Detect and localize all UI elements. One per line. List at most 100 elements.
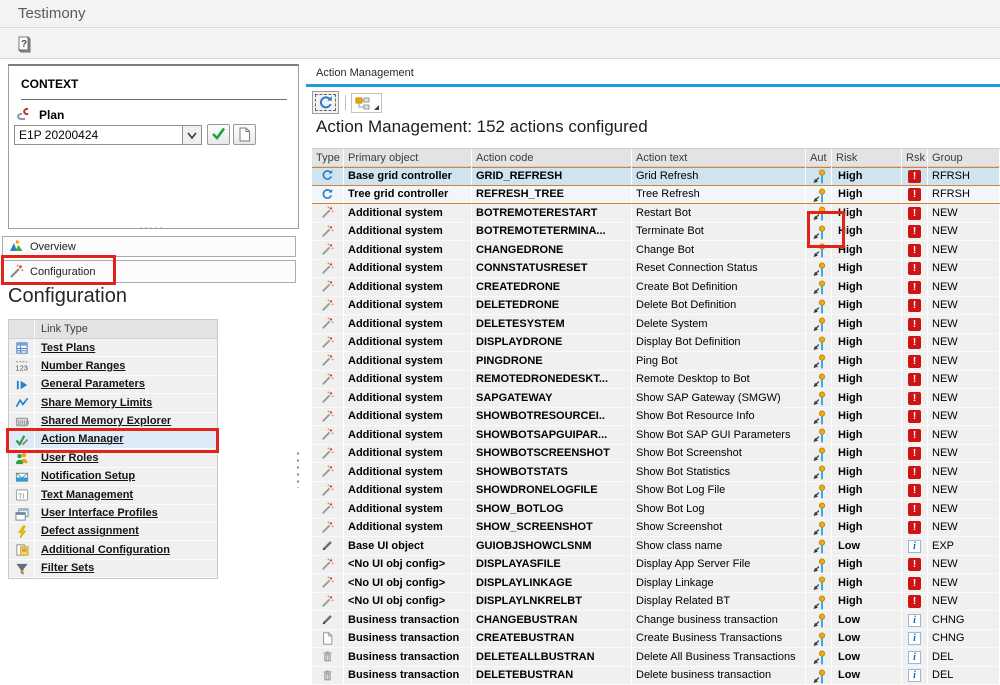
table-row-createdrone[interactable]: Additional system CREATEDRONE Create Bot D… — [312, 278, 1000, 297]
sidebar-item-defect-assignment[interactable]: Defect assignment — [9, 522, 217, 542]
column-header-type[interactable]: Type — [312, 149, 344, 166]
cell-risk: High — [832, 592, 902, 610]
authorization-key-icon — [806, 444, 832, 462]
vertical-splitter-handle[interactable] — [296, 450, 300, 488]
authorization-key-icon — [812, 336, 826, 352]
cell-group: NEW — [928, 518, 1000, 536]
table-row-connstatusreset[interactable]: Additional system CONNSTATUSRESET Reset Co… — [312, 259, 1000, 278]
nav-button-configuration[interactable]: Configuration — [2, 260, 296, 283]
column-header-action-code[interactable]: Action code — [472, 149, 632, 166]
sidebar-item-number-ranges[interactable]: 123 Number Ranges — [9, 357, 217, 376]
create-plan-button[interactable] — [233, 124, 256, 145]
error-icon: ! — [908, 317, 921, 331]
sidebar-item-share-memory-limits[interactable]: Share Memory Limits — [9, 394, 217, 413]
table-row-showbotscreenshot[interactable]: Additional system SHOWBOTSCREENSHOT Show B… — [312, 444, 1000, 463]
sidebar-item-test-plans[interactable]: Test Plans — [9, 339, 217, 358]
table-row-show-botlog[interactable]: Additional system SHOW_BOTLOG Show Bot Log… — [312, 500, 1000, 519]
sidebar-item-general-parameters[interactable]: General Parameters — [9, 375, 217, 395]
sidebar-link-label[interactable]: Action Manager — [35, 431, 124, 448]
layout-button[interactable] — [351, 93, 382, 113]
table-row-createbustran[interactable]: Business transaction CREATEBUSTRAN Create … — [312, 629, 1000, 648]
wand-icon — [312, 389, 344, 407]
cell-primary-object: Business transaction — [344, 611, 472, 629]
authorization-key-icon — [806, 666, 832, 684]
column-header-group[interactable]: Group — [928, 149, 1000, 166]
table-row-grid-refresh[interactable]: Base grid controller GRID_REFRESH Grid Ref… — [312, 167, 1000, 186]
error-icon: ! — [902, 500, 928, 518]
sidebar-item-shared-memory-explorer[interactable]: 1010 Shared Memory Explorer — [9, 412, 217, 431]
sidebar-link-label[interactable]: User Roles — [35, 449, 98, 466]
table-row-displaylnkrelbt[interactable]: <No UI obj config> DISPLAYLNKRELBT Display… — [312, 592, 1000, 611]
sidebar-link-label[interactable]: General Parameters — [35, 376, 145, 393]
tab-action-management[interactable]: Action Management — [316, 67, 414, 79]
sidebar-link-label[interactable]: Text Management — [35, 486, 133, 503]
cell-action-text: Delete All Business Transactions — [632, 648, 806, 666]
sidebar-link-label[interactable]: Notification Setup — [35, 468, 135, 485]
table-row-refresh-tree[interactable]: Tree grid controller REFRESH_TREE Tree Ref… — [312, 185, 1000, 204]
cell-action-code: DISPLAYLINKAGE — [472, 574, 632, 592]
sidebar-item-additional-configuration[interactable]: Additional Configuration — [9, 541, 217, 560]
error-icon: ! — [902, 407, 928, 425]
table-row-changebustran[interactable]: Business transaction CHANGEBUSTRAN Change … — [312, 611, 1000, 630]
sidebar-link-label[interactable]: Filter Sets — [35, 560, 94, 577]
table-row-show-screenshot[interactable]: Additional system SHOW_SCREENSHOT Show Scr… — [312, 518, 1000, 537]
wand-icon — [312, 481, 344, 499]
column-header-primary-object[interactable]: Primary object — [344, 149, 472, 166]
sidebar-link-label[interactable]: Number Ranges — [35, 357, 125, 374]
sidebar-link-label[interactable]: Shared Memory Explorer — [35, 413, 171, 430]
table-row-changedrone[interactable]: Additional system CHANGEDRONE Change Bot Hi… — [312, 241, 1000, 260]
column-header-aut[interactable]: Aut — [806, 149, 832, 166]
sidebar-link-label[interactable]: Additional Configuration — [35, 541, 170, 558]
table-row-showdronelogfile[interactable]: Additional system SHOWDRONELOGFILE Show Bo… — [312, 481, 1000, 500]
sidebar-item-notification-setup[interactable]: Notification Setup — [9, 467, 217, 487]
cell-group: RFRSH — [928, 185, 1000, 203]
wand-icon — [312, 500, 344, 518]
column-header-rsk[interactable]: Rsk — [902, 149, 928, 166]
sidebar-item-user-roles[interactable]: User Roles — [9, 449, 217, 468]
cell-action-code: CHANGEBUSTRAN — [472, 611, 632, 629]
table-row-guiobjshowclsnm[interactable]: Base UI object GUIOBJSHOWCLSNM Show class … — [312, 537, 1000, 556]
authorization-key-icon — [812, 650, 826, 666]
sidebar-link-label[interactable]: Defect assignment — [35, 523, 139, 540]
confirm-plan-button[interactable] — [207, 124, 230, 145]
table-row-botremotetermina[interactable]: Additional system BOTREMOTETERMINA... Term… — [312, 222, 1000, 241]
error-icon: ! — [902, 555, 928, 573]
sidebar-item-text-management[interactable]: TI Text Management — [9, 486, 217, 505]
cell-action-code: GRID_REFRESH — [472, 167, 632, 185]
help-icon[interactable]: ? — [16, 35, 33, 53]
table-row-sapgateway[interactable]: Additional system SAPGATEWAY Show SAP Gate… — [312, 389, 1000, 408]
table-row-botremoterestart[interactable]: Additional system BOTREMOTERESTART Restart… — [312, 204, 1000, 223]
cell-primary-object: Additional system — [344, 222, 472, 240]
table-row-deletesystem[interactable]: Additional system DELETESYSTEM Delete Syst… — [312, 315, 1000, 334]
sidebar-link-label[interactable]: Share Memory Limits — [35, 394, 152, 411]
cell-risk: Low — [832, 537, 902, 555]
error-icon: ! — [902, 259, 928, 277]
sidebar-link-label[interactable]: Test Plans — [35, 339, 95, 356]
plan-dropdown-arrow-icon[interactable] — [182, 125, 202, 145]
table-row-showbotsapguipar[interactable]: Additional system SHOWBOTSAPGUIPAR... Show… — [312, 426, 1000, 445]
table-row-showbotresourcei[interactable]: Additional system SHOWBOTRESOURCEI.. Show … — [312, 407, 1000, 426]
table-row-pingdrone[interactable]: Additional system PINGDRONE Ping Bot High! N… — [312, 352, 1000, 371]
sidebar-item-action-manager[interactable]: Action Manager — [9, 430, 217, 450]
plan-select-input[interactable] — [14, 125, 183, 145]
table-row-deletedrone[interactable]: Additional system DELETEDRONE Delete Bot D… — [312, 296, 1000, 315]
table-row-displaylinkage[interactable]: <No UI obj config> DISPLAYLINKAGE Display … — [312, 574, 1000, 593]
sidebar-item-filter-sets[interactable]: Filter Sets — [9, 559, 217, 579]
horizontal-splitter-handle[interactable]: ····· — [112, 222, 192, 232]
cell-risk: Low — [832, 629, 902, 647]
table-row-deletebustran[interactable]: Business transaction DELETEBUSTRAN Delete … — [312, 666, 1000, 685]
table-row-deleteallbustran[interactable]: Business transaction DELETEALLBUSTRAN Dele… — [312, 648, 1000, 667]
table-row-displayasfile[interactable]: <No UI obj config> DISPLAYASFILE Display A… — [312, 555, 1000, 574]
pencil-icon — [312, 611, 344, 629]
sidebar-link-label[interactable]: User Interface Profiles — [35, 505, 158, 522]
column-header-action-text[interactable]: Action text — [632, 149, 806, 166]
table-row-remotedronedeskt[interactable]: Additional system REMOTEDRONEDESKT... Remo… — [312, 370, 1000, 389]
refresh-button[interactable] — [312, 91, 339, 114]
table-row-displaydrone[interactable]: Additional system DISPLAYDRONE Display Bot… — [312, 333, 1000, 352]
nav-button-overview[interactable]: Overview — [2, 236, 296, 257]
cell-group: NEW — [928, 444, 1000, 462]
column-header-risk[interactable]: Risk — [832, 149, 902, 166]
refresh-icon — [320, 96, 332, 109]
sidebar-item-user-interface-profiles[interactable]: User Interface Profiles — [9, 504, 217, 523]
table-row-showbotstats[interactable]: Additional system SHOWBOTSTATS Show Bot St… — [312, 463, 1000, 482]
